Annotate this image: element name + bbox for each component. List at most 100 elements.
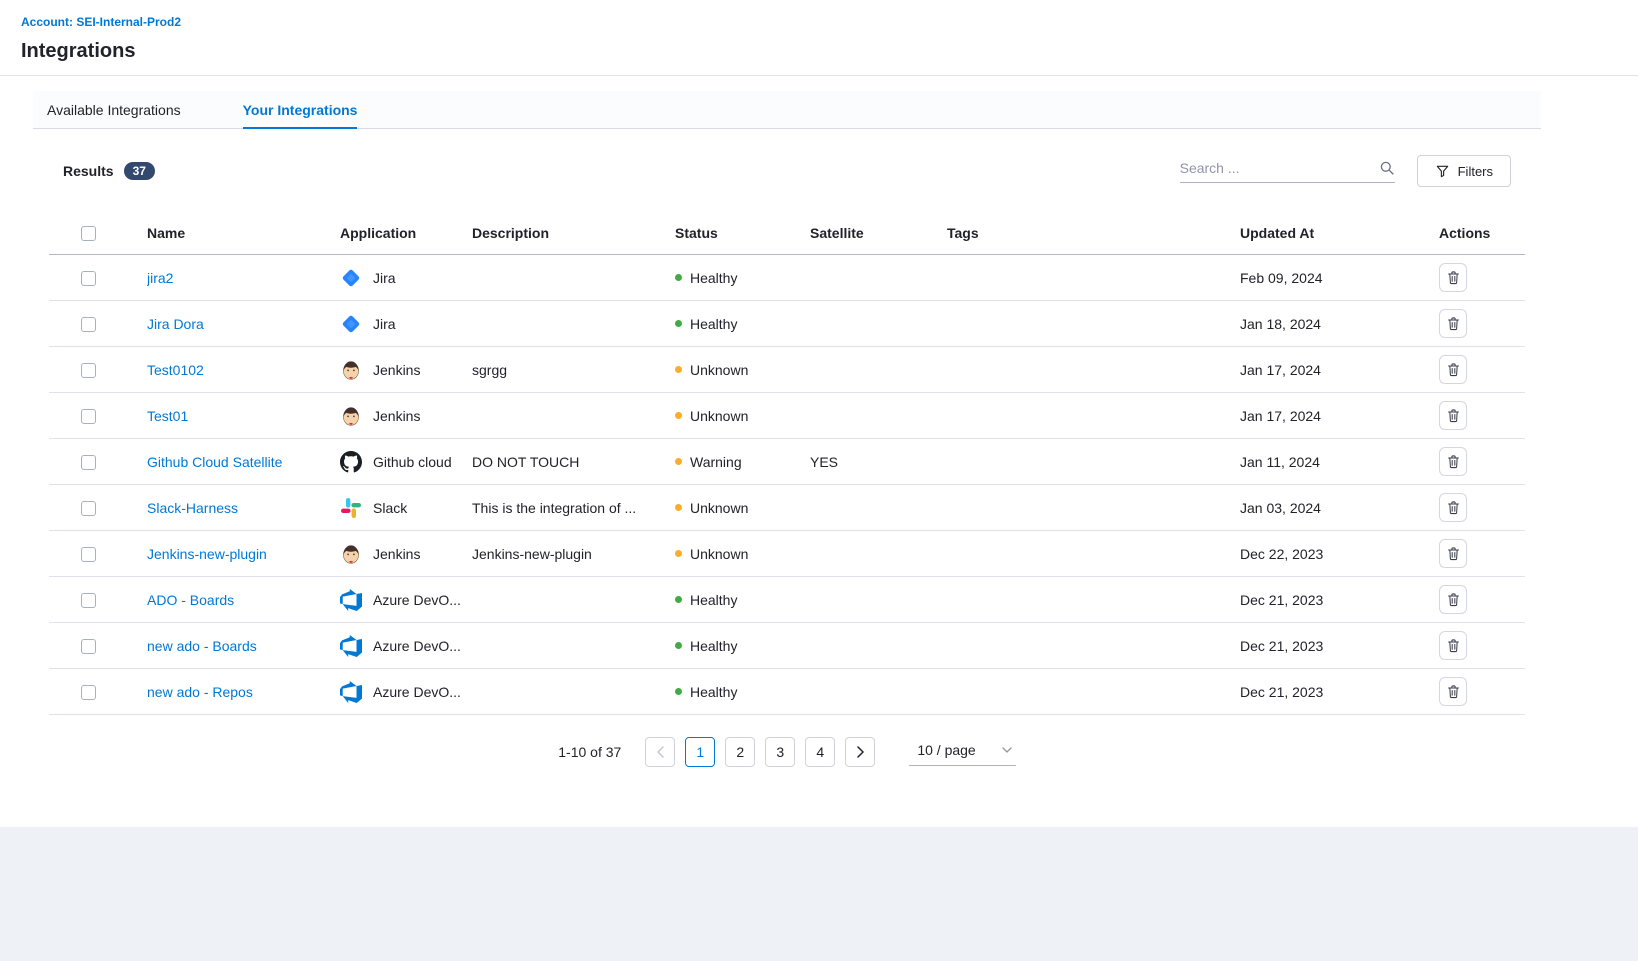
row-checkbox[interactable] — [81, 593, 96, 608]
page-header: Account: SEI-Internal-Prod2 Integrations — [0, 0, 1638, 76]
updated-at-value: Jan 17, 2024 — [1240, 362, 1439, 378]
azure-devops-icon — [340, 681, 362, 703]
select-all-checkbox[interactable] — [81, 226, 96, 241]
integration-name-link[interactable]: new ado - Repos — [147, 684, 253, 700]
table-row: Jira Dora Jira Healthy Jan 18, 2024 — [49, 301, 1525, 347]
table-row: Github Cloud Satellite Github cloud DO N… — [49, 439, 1525, 485]
integrations-table: Name Application Description Status Sate… — [49, 211, 1525, 715]
delete-button[interactable] — [1439, 539, 1467, 568]
page-title: Integrations — [21, 40, 1617, 63]
delete-button[interactable] — [1439, 355, 1467, 384]
delete-button[interactable] — [1439, 447, 1467, 476]
status-dot — [675, 596, 682, 603]
row-checkbox[interactable] — [81, 685, 96, 700]
integration-name-link[interactable]: Github Cloud Satellite — [147, 454, 282, 470]
table-row: Jenkins-new-plugin Jenkins Jenkins-new-p… — [49, 531, 1525, 577]
integration-name-link[interactable]: Jira Dora — [147, 316, 204, 332]
status-dot — [675, 412, 682, 419]
pagination-page-1[interactable]: 1 — [685, 737, 715, 767]
updated-at-value: Dec 21, 2023 — [1240, 684, 1439, 700]
toolbar: Results 37 Filters — [49, 129, 1525, 211]
row-checkbox[interactable] — [81, 639, 96, 654]
status-label: Unknown — [690, 500, 748, 516]
updated-at-value: Feb 09, 2024 — [1240, 270, 1439, 286]
azure-devops-icon — [340, 635, 362, 657]
chevron-left-icon — [656, 746, 665, 758]
application-label: Jenkins — [373, 362, 420, 378]
jenkins-icon — [340, 543, 362, 565]
status-label: Unknown — [690, 546, 748, 562]
application-label: Jira — [373, 316, 396, 332]
filters-button[interactable]: Filters — [1417, 155, 1511, 187]
table-row: Test0102 Jenkins sgrgg Unknown Jan 17, 2… — [49, 347, 1525, 393]
delete-button[interactable] — [1439, 631, 1467, 660]
account-breadcrumb-link[interactable]: Account: SEI-Internal-Prod2 — [21, 15, 181, 29]
pagination-prev-button[interactable] — [645, 737, 675, 767]
pagination-page-4[interactable]: 4 — [805, 737, 835, 767]
integration-name-link[interactable]: Jenkins-new-plugin — [147, 546, 267, 562]
integrations-card: Available Integrations Your Integrations… — [33, 91, 1541, 813]
integration-name-link[interactable]: Test01 — [147, 408, 188, 424]
application-label: Azure DevO... — [373, 592, 461, 608]
updated-at-value: Dec 21, 2023 — [1240, 592, 1439, 608]
application-label: Azure DevO... — [373, 684, 461, 700]
status-label: Healthy — [690, 270, 737, 286]
trash-icon — [1446, 638, 1461, 653]
tab-available-integrations[interactable]: Available Integrations — [47, 92, 181, 129]
delete-button[interactable] — [1439, 401, 1467, 430]
slack-icon — [340, 497, 362, 519]
row-checkbox[interactable] — [81, 317, 96, 332]
integration-name-link[interactable]: Test0102 — [147, 362, 204, 378]
integration-name-link[interactable]: ADO - Boards — [147, 592, 234, 608]
trash-icon — [1446, 592, 1461, 607]
satellite-value: YES — [810, 454, 947, 470]
jira-icon — [340, 313, 362, 335]
row-checkbox[interactable] — [81, 547, 96, 562]
filter-funnel-icon — [1435, 164, 1450, 179]
pagination-page-3[interactable]: 3 — [765, 737, 795, 767]
delete-button[interactable] — [1439, 677, 1467, 706]
integration-name-link[interactable]: Slack-Harness — [147, 500, 238, 516]
delete-button[interactable] — [1439, 585, 1467, 614]
integration-name-link[interactable]: jira2 — [147, 270, 173, 286]
trash-icon — [1446, 408, 1461, 423]
page-size-select[interactable]: 10 / page — [909, 738, 1015, 766]
column-header-satellite: Satellite — [810, 225, 947, 241]
row-checkbox[interactable] — [81, 455, 96, 470]
status-dot — [675, 366, 682, 373]
row-checkbox[interactable] — [81, 409, 96, 424]
description-text: DO NOT TOUCH — [472, 454, 675, 470]
row-checkbox[interactable] — [81, 271, 96, 286]
pagination-next-button[interactable] — [845, 737, 875, 767]
application-label: Jenkins — [373, 546, 420, 562]
pagination-page-2[interactable]: 2 — [725, 737, 755, 767]
table-row: ADO - Boards Azure DevO... Healthy Dec 2… — [49, 577, 1525, 623]
updated-at-value: Jan 11, 2024 — [1240, 454, 1439, 470]
trash-icon — [1446, 500, 1461, 515]
trash-icon — [1446, 684, 1461, 699]
status-dot — [675, 550, 682, 557]
jira-icon — [340, 267, 362, 289]
delete-button[interactable] — [1439, 493, 1467, 522]
jenkins-icon — [340, 405, 362, 427]
status-label: Healthy — [690, 316, 737, 332]
search-icon — [1379, 160, 1395, 176]
status-dot — [675, 688, 682, 695]
delete-button[interactable] — [1439, 309, 1467, 338]
application-label: Jira — [373, 270, 396, 286]
azure-devops-icon — [340, 589, 362, 611]
trash-icon — [1446, 454, 1461, 469]
delete-button[interactable] — [1439, 263, 1467, 292]
column-header-name: Name — [147, 225, 340, 241]
status-dot — [675, 320, 682, 327]
github-icon — [340, 451, 362, 473]
row-checkbox[interactable] — [81, 363, 96, 378]
page-size-value: 10 / page — [917, 742, 975, 758]
integration-name-link[interactable]: new ado - Boards — [147, 638, 257, 654]
status-dot — [675, 642, 682, 649]
tab-your-integrations[interactable]: Your Integrations — [243, 92, 358, 129]
table-row: Slack-Harness Slack This is the integrat… — [49, 485, 1525, 531]
application-label: Slack — [373, 500, 407, 516]
row-checkbox[interactable] — [81, 501, 96, 516]
search-input[interactable] — [1180, 160, 1379, 176]
